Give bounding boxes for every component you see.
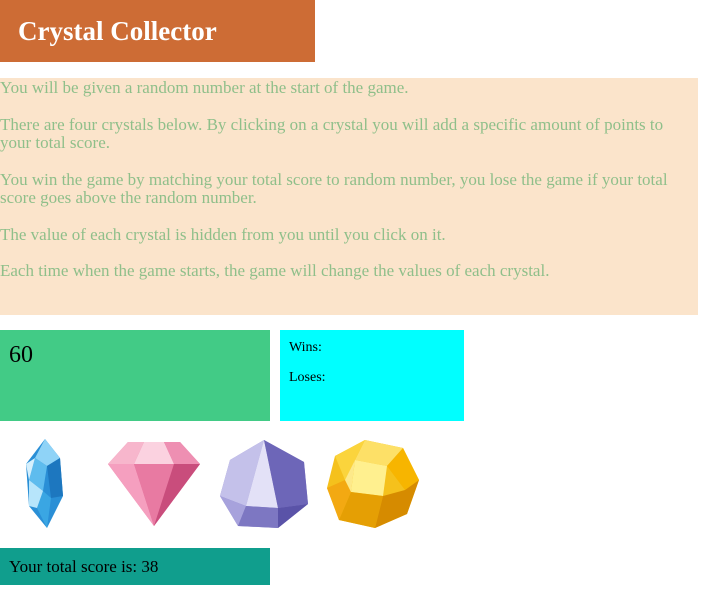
wins-label: Wins:	[289, 340, 322, 355]
instruction-paragraph: There are four crystals below. By clicki…	[0, 115, 664, 152]
loses-label: Loses:	[289, 370, 326, 385]
crystal-button-purple[interactable]	[216, 436, 312, 531]
instruction-paragraph: Each time when the game starts, the game…	[0, 261, 550, 280]
page-title: Crystal Collector	[18, 16, 217, 46]
instruction-paragraph: You will be given a random number at the…	[0, 78, 409, 97]
crystal-collector-page: Crystal Collector You will be given a ra…	[0, 0, 701, 600]
title-banner: Crystal Collector	[0, 0, 315, 62]
yellow-gem-icon	[327, 440, 419, 528]
pink-diamond-icon	[108, 442, 200, 526]
wins-loses-panel: Wins: Loses:	[280, 330, 464, 421]
total-score-panel: Your total score is: 38	[0, 548, 270, 585]
instruction-paragraph: The value of each crystal is hidden from…	[0, 225, 446, 244]
random-number: 60	[9, 342, 33, 368]
crystal-button-yellow[interactable]	[325, 436, 421, 531]
instruction-paragraph: You win the game by matching your total …	[0, 170, 668, 207]
purple-gem-icon	[220, 440, 308, 528]
total-score-text: Your total score is: 38	[9, 557, 159, 576]
crystal-button-pink[interactable]	[104, 436, 204, 531]
blue-crystal-icon	[26, 439, 63, 528]
random-number-panel: 60	[0, 330, 270, 421]
instructions-panel: You will be given a random number at the…	[0, 78, 698, 315]
crystal-button-blue[interactable]	[16, 436, 74, 531]
